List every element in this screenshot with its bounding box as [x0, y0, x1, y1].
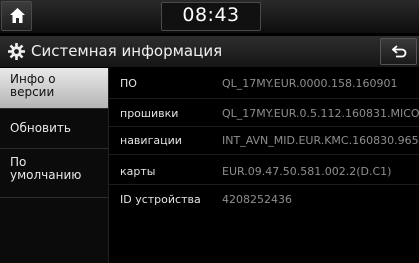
- sidebar-item-version-info[interactable]: Инфо о версии: [0, 68, 108, 109]
- clock-time: 08:43: [182, 4, 240, 26]
- home-button[interactable]: [1, 1, 32, 31]
- info-label: карты: [120, 165, 156, 178]
- page-title: Системная информация: [31, 42, 223, 60]
- info-value: EUR.09.47.50.581.002.2(D.C1): [222, 165, 392, 178]
- sidebar-item-update[interactable]: Обновить: [0, 109, 108, 149]
- info-row-map: карты EUR.09.47.50.581.002.2(D.C1): [109, 158, 419, 185]
- sidebar-item-label: версии: [10, 85, 55, 99]
- info-label: прошивки: [120, 107, 179, 120]
- info-value: INT_AVN_MID.EUR.KMC.160830.96509: [222, 134, 419, 147]
- home-icon: [10, 8, 25, 23]
- divider: [109, 154, 419, 155]
- info-value: QL_17MY.EUR.0000.158.160901: [222, 77, 398, 90]
- sidebar-item-default[interactable]: По умолчанию: [0, 149, 108, 198]
- info-row-software: ПО QL_17MY.EUR.0000.158.160901: [109, 70, 419, 97]
- info-label: ID устройства: [120, 193, 201, 206]
- version-info-panel: ПО QL_17MY.EUR.0000.158.160901 прошивки …: [108, 68, 419, 263]
- info-label: ПО: [120, 77, 137, 90]
- info-row-navigation: навигации INT_AVN_MID.EUR.KMC.160830.965…: [109, 127, 419, 154]
- title-bar: Системная информация: [0, 36, 419, 67]
- info-label: навигации: [120, 134, 182, 147]
- divider: [109, 98, 419, 99]
- sidebar: Инфо о версии Обновить По умолчанию: [0, 68, 108, 263]
- clock-display: 08:43: [161, 2, 261, 31]
- back-button[interactable]: [380, 38, 417, 65]
- info-value: 4208252436: [222, 193, 292, 206]
- sidebar-item-label: Обновить: [10, 121, 71, 135]
- info-value: QL_17MY.EUR.0.5.112.160831.MICOM: [222, 107, 419, 120]
- info-row-device-id: ID устройства 4208252436: [109, 186, 419, 213]
- sidebar-item-label: умолчанию: [10, 168, 82, 182]
- status-bar: 08:43: [0, 0, 419, 33]
- back-arrow-icon: [392, 45, 407, 58]
- info-row-firmware: прошивки QL_17MY.EUR.0.5.112.160831.MICO…: [109, 100, 419, 127]
- gear-icon: [8, 43, 25, 60]
- divider: [109, 184, 419, 185]
